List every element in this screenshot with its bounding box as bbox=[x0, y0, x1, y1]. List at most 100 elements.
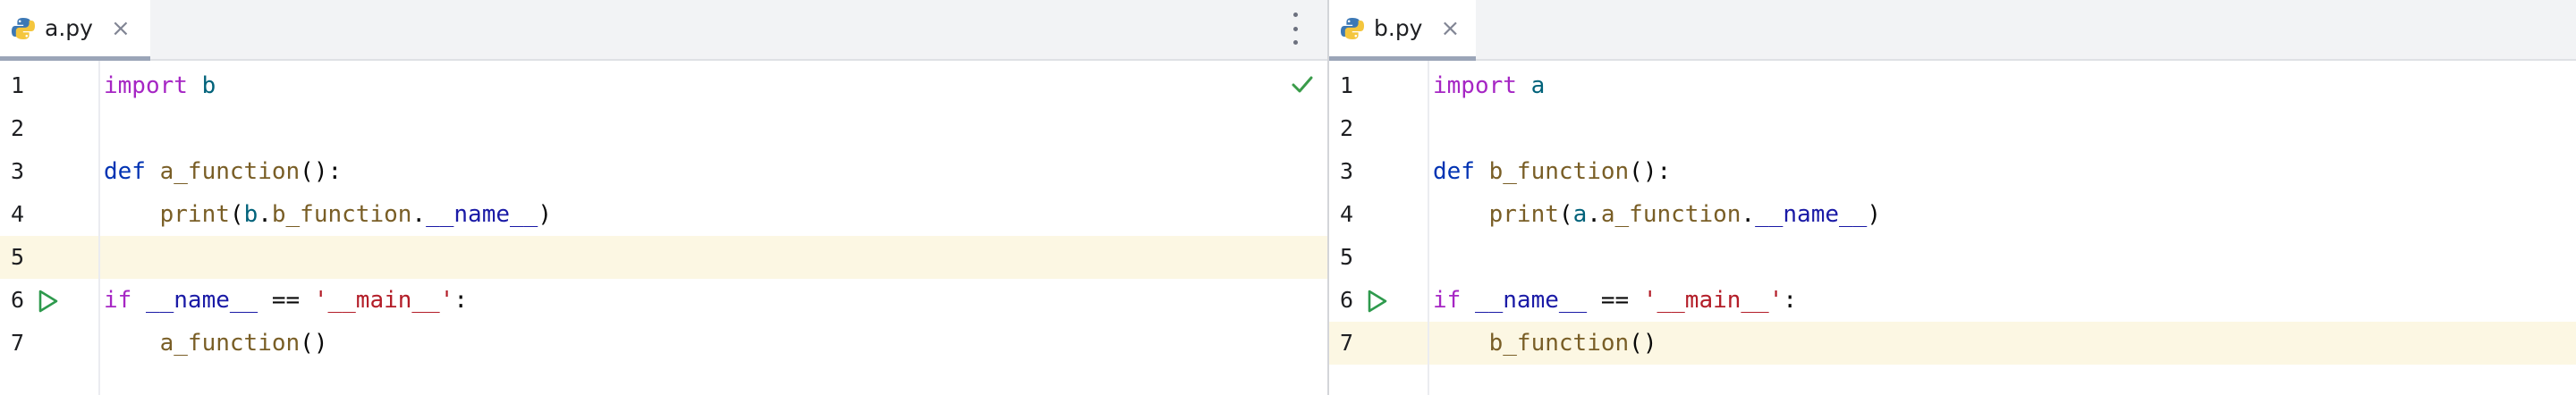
tab-close-icon[interactable]: × bbox=[111, 17, 131, 40]
code-token: == bbox=[1587, 287, 1643, 314]
tab-close-icon[interactable]: × bbox=[1440, 17, 1460, 40]
code-line[interactable]: 5 bbox=[1329, 236, 2576, 279]
code-token: . bbox=[1741, 201, 1756, 228]
code-token: print bbox=[1488, 201, 1559, 228]
editor-pane-right: b.py × 7 b_function() 6 if __name__ == '__… bbox=[1329, 0, 2576, 395]
line-number: 2 bbox=[1340, 115, 1354, 141]
code-token: : bbox=[453, 287, 469, 314]
code-token: __name__ bbox=[1755, 201, 1868, 228]
code-text: import b bbox=[104, 64, 216, 107]
code-token: . bbox=[1587, 201, 1601, 228]
code-token: import bbox=[1433, 72, 1517, 99]
gutter-divider bbox=[1428, 61, 1429, 395]
line-number: 1 bbox=[11, 72, 25, 98]
code-token: ( bbox=[229, 201, 244, 228]
code-token: ) bbox=[538, 201, 552, 228]
line-number: 7 bbox=[1340, 330, 1354, 356]
python-file-icon bbox=[11, 16, 36, 41]
code-text: if __name__ == '__main__': bbox=[104, 279, 468, 322]
code-token: (): bbox=[300, 158, 343, 185]
run-triangle-icon[interactable] bbox=[1363, 288, 1390, 315]
code-token: () bbox=[300, 330, 328, 357]
tab-bar-left: a.py × bbox=[0, 0, 1327, 61]
code-line[interactable]: 4 print(a.a_function.__name__) bbox=[1329, 193, 2576, 236]
code-line[interactable]: 6 if __name__ == '__main__': bbox=[1329, 279, 2576, 322]
code-token: import bbox=[104, 72, 188, 99]
code-token: b_function bbox=[1488, 158, 1630, 185]
code-token: __name__ bbox=[145, 287, 258, 314]
line-number: 3 bbox=[11, 158, 25, 184]
code-token: if bbox=[1433, 287, 1462, 314]
line-number: 6 bbox=[11, 287, 25, 313]
code-token: b_function bbox=[271, 201, 412, 228]
code-token: == bbox=[258, 287, 314, 314]
code-token: ( bbox=[1558, 201, 1573, 228]
code-token: def bbox=[104, 158, 146, 185]
line-number: 1 bbox=[1340, 72, 1354, 98]
code-token: '__main__' bbox=[313, 287, 454, 314]
code-text: import a bbox=[1433, 64, 1545, 107]
code-token: '__main__' bbox=[1642, 287, 1784, 314]
more-vertical-icon[interactable] bbox=[1288, 13, 1302, 45]
code-area-right[interactable]: 7 b_function() 6 if __name__ == '__main__'… bbox=[1329, 61, 2576, 395]
code-text: if __name__ == '__main__': bbox=[1433, 279, 1797, 322]
code-line[interactable]: 7 a_function() bbox=[0, 322, 1327, 365]
code-line-caret[interactable]: 5 bbox=[0, 236, 1327, 279]
code-line[interactable]: 4 print(b.b_function.__name__) bbox=[0, 193, 1327, 236]
code-token: a_function bbox=[159, 330, 301, 357]
code-line[interactable]: 3 def b_function(): bbox=[1329, 150, 2576, 193]
code-token: b bbox=[201, 72, 216, 99]
code-token: () bbox=[1629, 330, 1657, 357]
code-line[interactable]: 1 import a bbox=[1329, 64, 2576, 107]
line-number: 5 bbox=[1340, 244, 1354, 270]
run-triangle-icon[interactable] bbox=[34, 288, 61, 315]
code-text: def a_function(): bbox=[104, 150, 342, 193]
line-number: 6 bbox=[1340, 287, 1354, 313]
line-number: 4 bbox=[1340, 201, 1354, 227]
code-text: a_function() bbox=[104, 322, 328, 365]
line-number: 3 bbox=[1340, 158, 1354, 184]
code-token: a_function bbox=[159, 158, 301, 185]
checkmark-icon[interactable] bbox=[1290, 71, 1315, 97]
code-token: a_function bbox=[1600, 201, 1741, 228]
code-text: b_function() bbox=[1433, 322, 1657, 365]
line-number: 7 bbox=[11, 330, 25, 356]
code-token: a bbox=[1530, 72, 1546, 99]
python-file-icon bbox=[1340, 16, 1365, 41]
gutter-divider bbox=[98, 61, 100, 395]
code-token: b bbox=[243, 201, 258, 228]
code-line[interactable]: 2 bbox=[0, 107, 1327, 150]
code-token: ) bbox=[1867, 201, 1881, 228]
code-area-left[interactable]: 7 a_function() 6 if __name__ == '__main__'… bbox=[0, 61, 1327, 395]
code-token: def bbox=[1433, 158, 1475, 185]
tab-filename: a.py bbox=[45, 15, 93, 41]
code-token: b_function bbox=[1488, 330, 1630, 357]
code-text: print(a.a_function.__name__) bbox=[1433, 193, 1881, 236]
code-token: print bbox=[159, 201, 230, 228]
code-token: a bbox=[1572, 201, 1588, 228]
editor-split: a.py × 7 a_function() 6 if __name__ == '__… bbox=[0, 0, 2576, 395]
tab-b-py[interactable]: b.py × bbox=[1329, 0, 1476, 61]
tab-filename: b.py bbox=[1374, 15, 1423, 41]
code-token: : bbox=[1783, 287, 1798, 314]
code-token: __name__ bbox=[1474, 287, 1588, 314]
code-line-caret[interactable]: 7 b_function() bbox=[1329, 322, 2576, 365]
code-token: __name__ bbox=[426, 201, 538, 228]
code-line[interactable]: 3 def a_function(): bbox=[0, 150, 1327, 193]
code-text: print(b.b_function.__name__) bbox=[104, 193, 552, 236]
code-token: (): bbox=[1629, 158, 1672, 185]
code-token: . bbox=[258, 201, 272, 228]
code-line[interactable]: 6 if __name__ == '__main__': bbox=[0, 279, 1327, 322]
code-line[interactable]: 1 import b bbox=[0, 64, 1327, 107]
tab-a-py[interactable]: a.py × bbox=[0, 0, 150, 61]
code-line[interactable]: 2 bbox=[1329, 107, 2576, 150]
